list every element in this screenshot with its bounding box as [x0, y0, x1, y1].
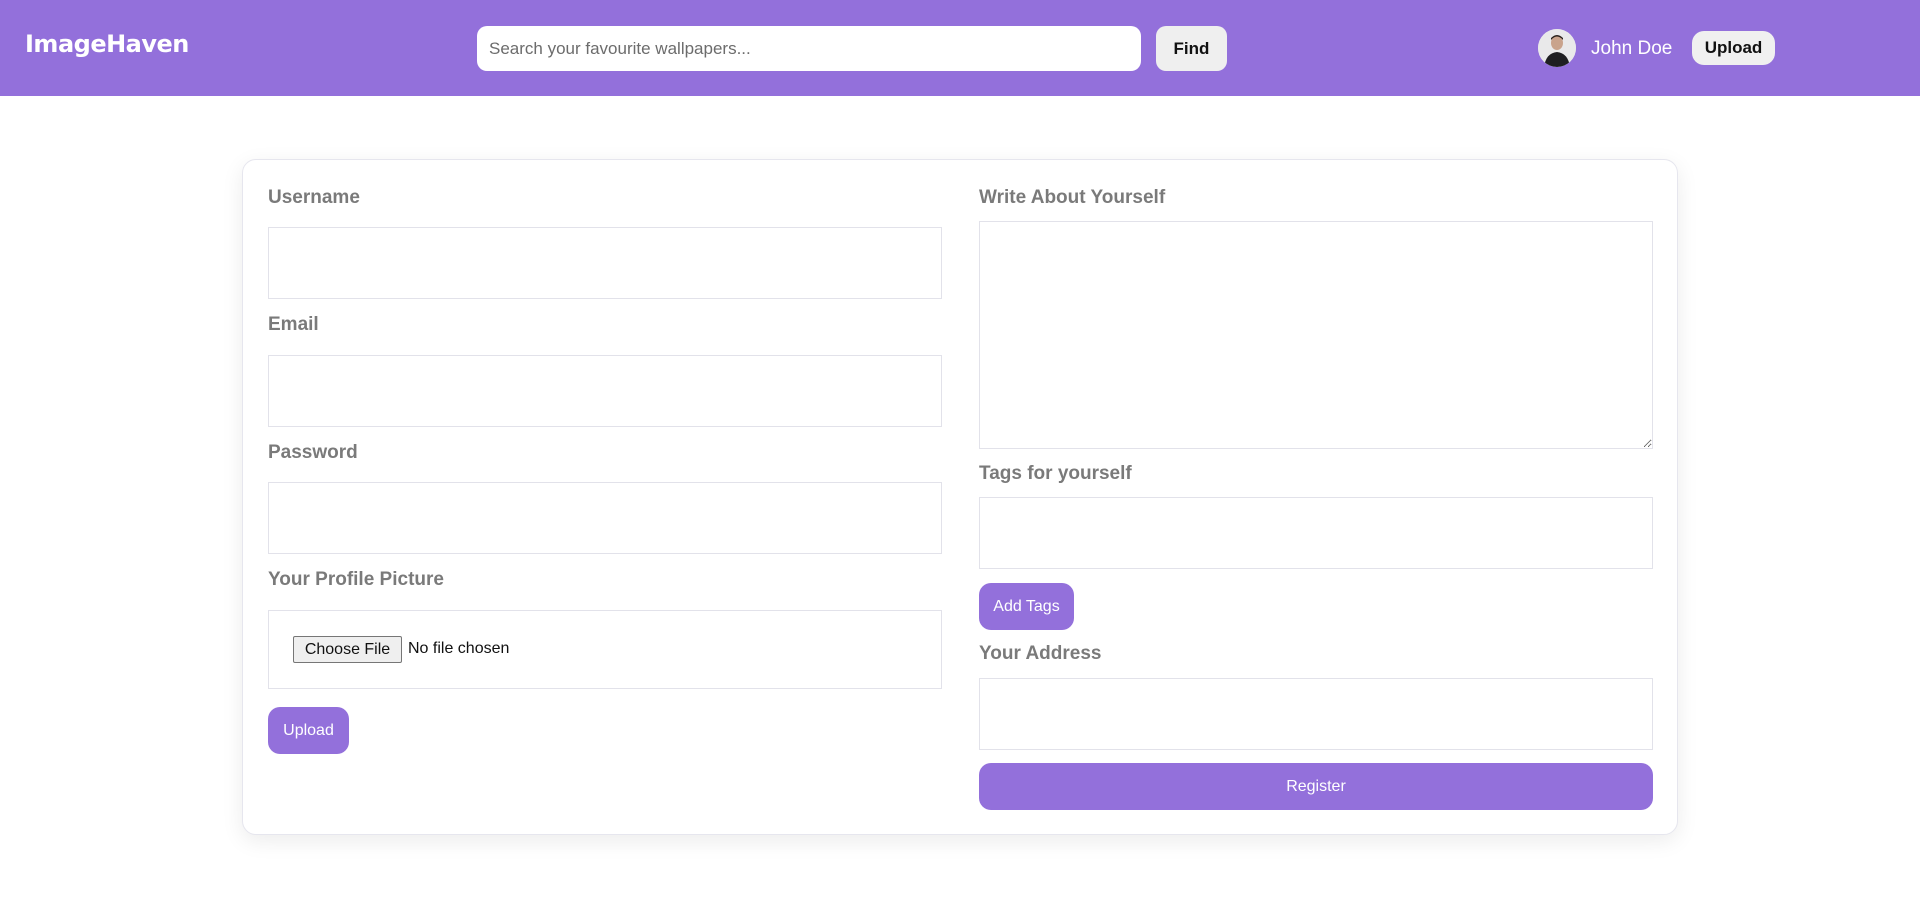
username-field[interactable]	[268, 227, 942, 299]
user-name[interactable]: John Doe	[1591, 38, 1672, 60]
nav-upload-button[interactable]: Upload	[1692, 31, 1775, 65]
email-field[interactable]	[268, 355, 942, 427]
email-label: Email	[268, 314, 319, 335]
register-button[interactable]: Register	[979, 763, 1653, 810]
find-button[interactable]: Find	[1156, 26, 1227, 71]
profile-picture-input: Choose File No file chosen	[268, 610, 942, 689]
password-label: Password	[268, 442, 358, 463]
upload-picture-button[interactable]: Upload	[268, 707, 349, 754]
password-field[interactable]	[268, 482, 942, 554]
address-field[interactable]	[979, 678, 1653, 750]
register-form-card: Username Email Password Your Profile Pic…	[242, 159, 1678, 835]
profile-picture-label: Your Profile Picture	[268, 569, 444, 590]
file-status-text: No file chosen	[408, 640, 510, 657]
username-label: Username	[268, 187, 360, 208]
navbar: ImageHaven Find John Doe Upload	[0, 0, 1920, 96]
brand-logo[interactable]: ImageHaven	[25, 30, 189, 58]
add-tags-button[interactable]: Add Tags	[979, 583, 1074, 630]
avatar[interactable]	[1538, 29, 1576, 67]
about-textarea[interactable]	[979, 221, 1653, 449]
tags-field[interactable]	[979, 497, 1653, 569]
about-label: Write About Yourself	[979, 187, 1166, 208]
user-avatar-icon	[1538, 29, 1576, 67]
address-label: Your Address	[979, 643, 1102, 664]
choose-file-button[interactable]: Choose File	[293, 636, 402, 663]
search-input[interactable]	[477, 26, 1141, 71]
tags-label: Tags for yourself	[979, 463, 1132, 484]
